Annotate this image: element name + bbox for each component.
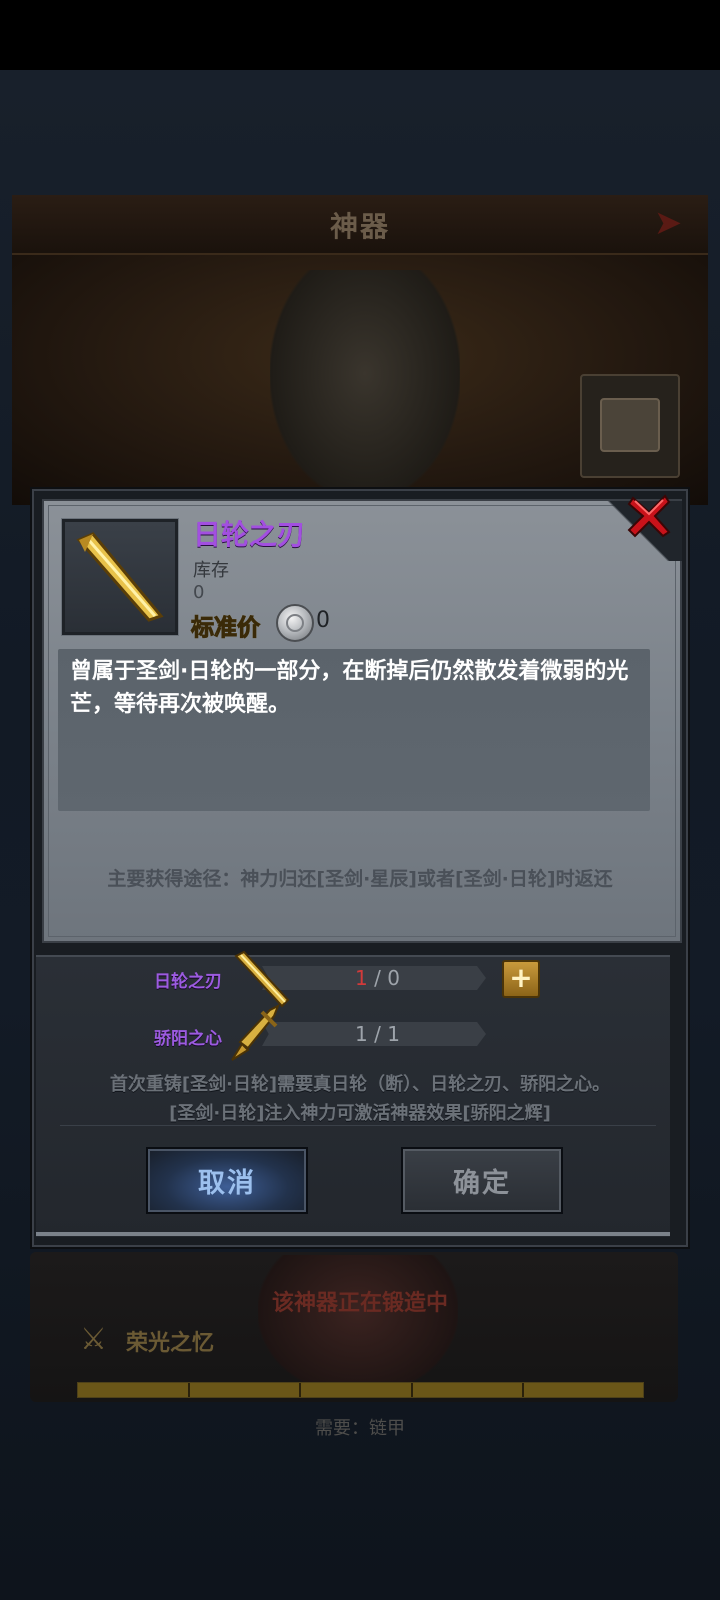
silver-coin-icon — [276, 604, 314, 642]
glory-progress-bar — [77, 1382, 644, 1398]
close-x-icon — [627, 494, 671, 538]
material-count-blade: 1 / 0 — [355, 966, 400, 990]
item-name: 日轮之刃 — [193, 518, 306, 551]
forging-status-text: 该神器正在锻造中 — [271, 1291, 448, 1316]
close-button[interactable] — [625, 492, 673, 540]
material-name-heart: 骄阳之心 — [154, 1029, 222, 1049]
cancel-button[interactable]: 取消 — [146, 1147, 308, 1214]
glory-icon: ⚔ — [80, 1322, 107, 1357]
material-name-blade: 日轮之刃 — [154, 972, 222, 992]
add-material-button[interactable]: + — [502, 960, 540, 998]
standard-price-label: 标准价 — [191, 615, 261, 642]
material-count-heart: 1 / 1 — [355, 1022, 400, 1046]
knight-image — [258, 1255, 458, 1395]
treasure-chest-icon — [580, 374, 680, 478]
requirement-text: 需要：链甲 — [315, 1418, 405, 1439]
back-arrow-icon: ➤ — [653, 203, 683, 243]
golden-blade-fragment-icon — [76, 532, 164, 622]
status-bar — [0, 0, 720, 70]
standard-price-value: 0 — [316, 608, 330, 633]
background-title: 神器 — [329, 210, 390, 243]
acquisition-source-text: 主要获得途径：神力归还[圣剑·星辰]或者[圣剑·日轮]时返还 — [107, 868, 613, 890]
item-icon-frame — [62, 519, 178, 635]
dialog-bottom-edge — [36, 1232, 670, 1236]
sword-hilt-icon — [222, 998, 292, 1068]
stock-value: 0 — [193, 582, 205, 603]
confirm-button[interactable]: 确定 — [401, 1147, 563, 1214]
item-description: 曾属于圣剑·日轮的一部分，在断掉后仍然散发着微弱的光芒，等待再次被唤醒。 — [70, 659, 629, 717]
materials-section — [36, 955, 670, 1237]
stock-label: 库存 — [193, 560, 229, 581]
forge-requirement-note: 首次重铸[圣剑·日轮]需要真日轮（断）、日轮之刃、骄阳之心。 — [109, 1074, 611, 1095]
statue-image — [270, 270, 460, 500]
glory-label: 荣光之忆 — [126, 1331, 215, 1356]
forge-effect-note: [圣剑·日轮]注入神力可激活神器效果[骄阳之辉] — [169, 1103, 551, 1124]
divider — [60, 1125, 656, 1126]
